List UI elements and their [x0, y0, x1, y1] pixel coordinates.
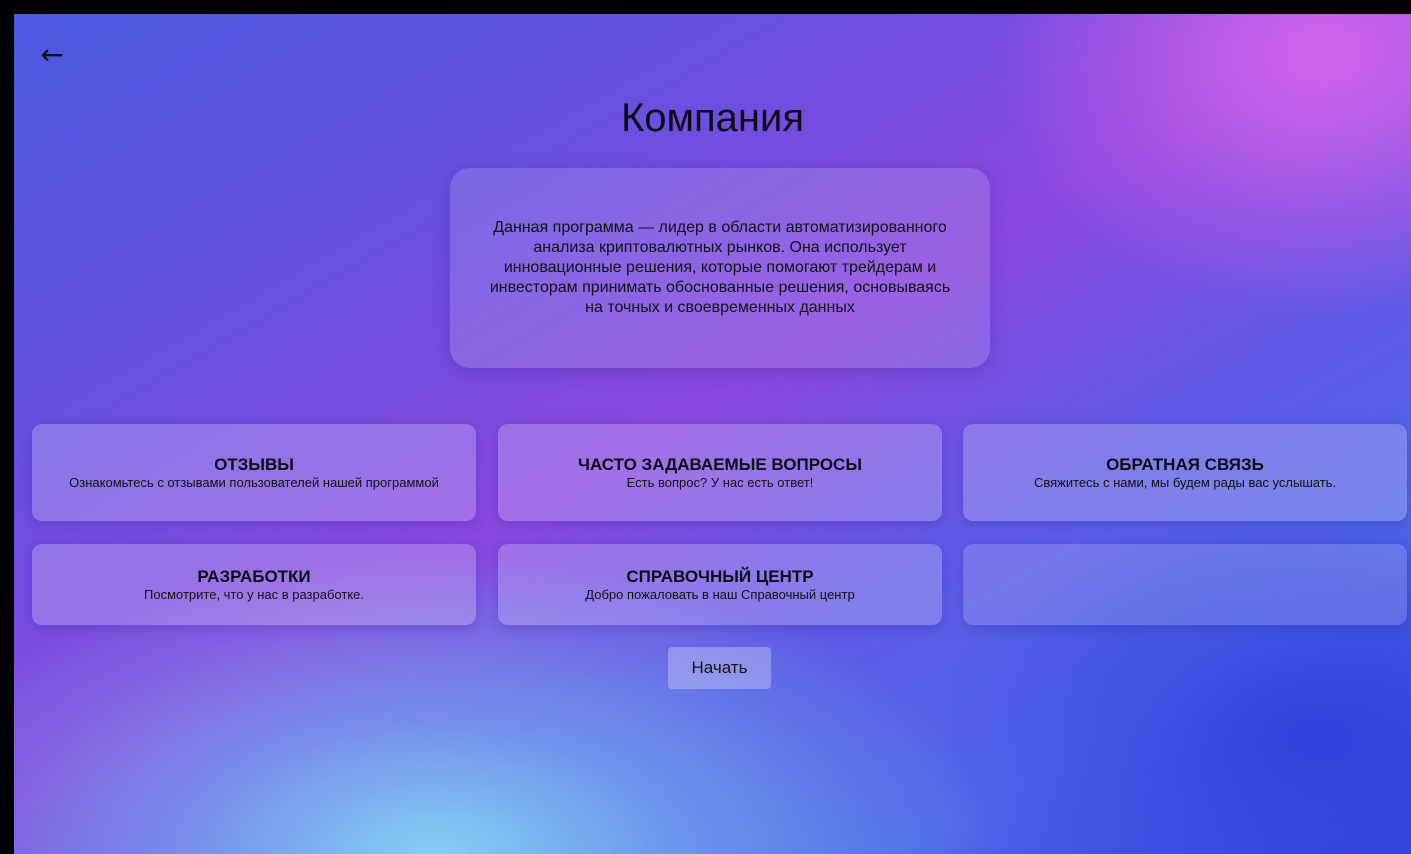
developments-card[interactable]: РАЗРАБОТКИ Посмотрите, что у нас в разра…: [32, 544, 476, 625]
back-arrow-icon[interactable]: ←: [36, 40, 68, 70]
about-card: Данная программа — лидер в области автом…: [450, 168, 990, 368]
card-subtitle: Посмотрите, что у нас в разработке.: [144, 586, 364, 602]
about-description: Данная программа — лидер в области автом…: [489, 219, 951, 316]
card-title: ОТЗЫВЫ: [214, 454, 294, 474]
card-subtitle: Свяжитесь с нами, мы будем рады вас услы…: [1033, 474, 1337, 490]
card-title: ЧАСТО ЗАДАВАЕМЫЕ ВОПРОСЫ: [578, 454, 862, 474]
feedback-card[interactable]: ОБРАТНАЯ СВЯЗЬ Свяжитесь с нами, мы буде…: [963, 424, 1407, 521]
help-center-card[interactable]: СПРАВОЧНЫЙ ЦЕНТР Добро пожаловать в наш …: [498, 544, 942, 625]
card-title: РАЗРАБОТКИ: [197, 566, 311, 586]
card-title: СПРАВОЧНЫЙ ЦЕНТР: [626, 566, 814, 586]
app-window: ← Компания Данная программа — лидер в об…: [14, 14, 1411, 854]
empty-card: [963, 544, 1407, 625]
faq-card[interactable]: ЧАСТО ЗАДАВАЕМЫЕ ВОПРОСЫ Есть вопрос? У …: [498, 424, 942, 521]
card-title: ОБРАТНАЯ СВЯЗЬ: [1106, 454, 1264, 474]
card-subtitle: Добро пожаловать в наш Справочный центр: [585, 586, 855, 602]
page-title: Компания: [620, 96, 805, 140]
card-subtitle: Ознакомьтесь с отзывами пользователей на…: [69, 474, 439, 490]
reviews-card[interactable]: ОТЗЫВЫ Ознакомьтесь с отзывами пользоват…: [32, 424, 476, 521]
card-subtitle: Есть вопрос? У нас есть ответ!: [626, 474, 814, 490]
start-button[interactable]: Начать: [668, 647, 771, 689]
